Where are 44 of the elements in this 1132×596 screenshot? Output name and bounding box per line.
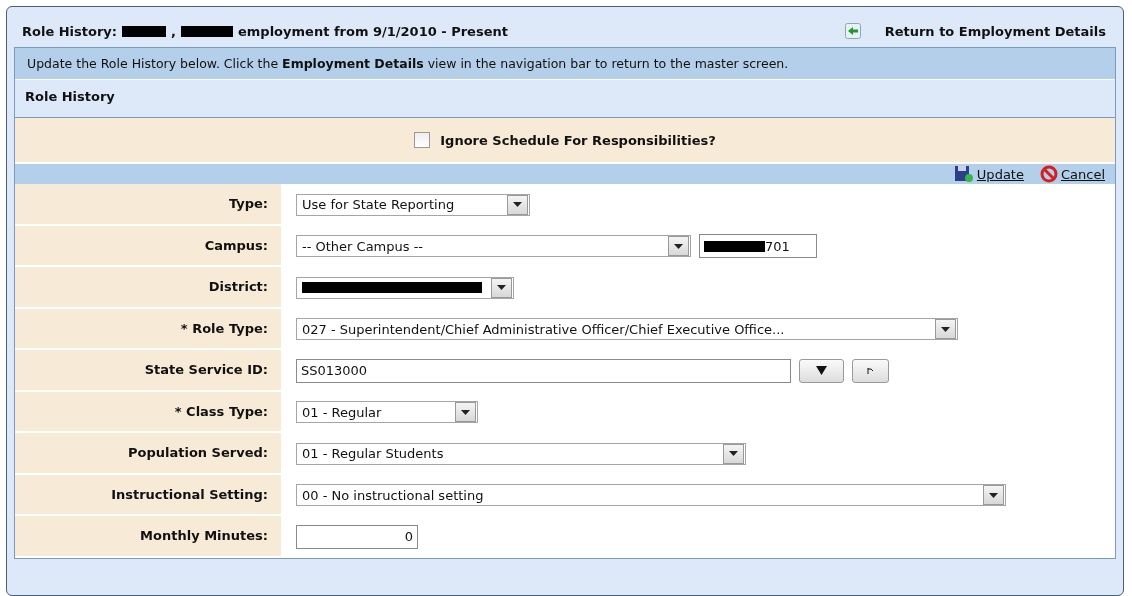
dropdown[interactable]: 01 - Regular Students	[296, 442, 746, 465]
input-field[interactable]: 701	[699, 234, 817, 259]
redaction-bar	[704, 240, 765, 252]
dropdown[interactable]	[296, 276, 514, 299]
small-button[interactable]	[852, 358, 889, 383]
field-label: Monthly Minutes:	[15, 516, 281, 558]
field-label: Campus:	[15, 225, 281, 267]
caret-icon	[729, 451, 738, 457]
caret-icon	[513, 202, 522, 208]
redaction-bar	[122, 25, 167, 37]
page-title: Role History:	[22, 23, 118, 39]
field-label: * Role Type:	[15, 308, 281, 350]
update-link[interactable]: Update	[953, 165, 1024, 183]
page-title: ,	[171, 23, 176, 39]
checkbox-label: Ignore Schedule For Responsibilities?	[440, 132, 716, 148]
caret-icon	[941, 326, 950, 332]
field-label: * Class Type:	[15, 391, 281, 433]
caret-icon	[989, 492, 998, 498]
page-title: employment from 9/1/2010 - Present	[238, 23, 508, 39]
dropdown[interactable]: Use for State Reporting	[296, 193, 530, 216]
no-entry-icon	[1039, 165, 1058, 183]
return-link[interactable]: Return to Employment Details	[844, 23, 1106, 39]
field-label: District:	[15, 267, 281, 309]
redaction-bar	[181, 25, 233, 37]
save-icon	[953, 165, 974, 183]
checkbox[interactable]	[414, 132, 431, 148]
dropdown[interactable]: 00 - No instructional setting	[296, 484, 1006, 507]
field-label: Type:	[15, 184, 281, 226]
triangle-down-icon	[816, 366, 827, 376]
instructions-text: Update the Role History below. Click the Employment Details view in the navigation bar to return to the master screen.	[15, 48, 1115, 80]
field-label: Population Served:	[15, 433, 281, 475]
dropdown[interactable]: -- Other Campus --	[296, 235, 691, 258]
input-field[interactable]: 0	[296, 524, 418, 549]
caret-icon	[674, 243, 683, 249]
dropdown-button[interactable]	[799, 358, 844, 383]
dropdown[interactable]: 027 - Superintendent/Chief Administrative Officer/Chief Executive Office...	[296, 318, 958, 341]
input-field[interactable]: SS013000	[296, 358, 791, 383]
field-label: State Service ID:	[15, 350, 281, 392]
field-label: Instructional Setting:	[15, 474, 281, 516]
caret-icon	[497, 285, 506, 291]
corner-arrow-icon	[867, 367, 874, 374]
cancel-link[interactable]: Cancel	[1039, 165, 1105, 183]
caret-icon	[461, 409, 470, 415]
dropdown[interactable]: 01 - Regular	[296, 401, 478, 424]
